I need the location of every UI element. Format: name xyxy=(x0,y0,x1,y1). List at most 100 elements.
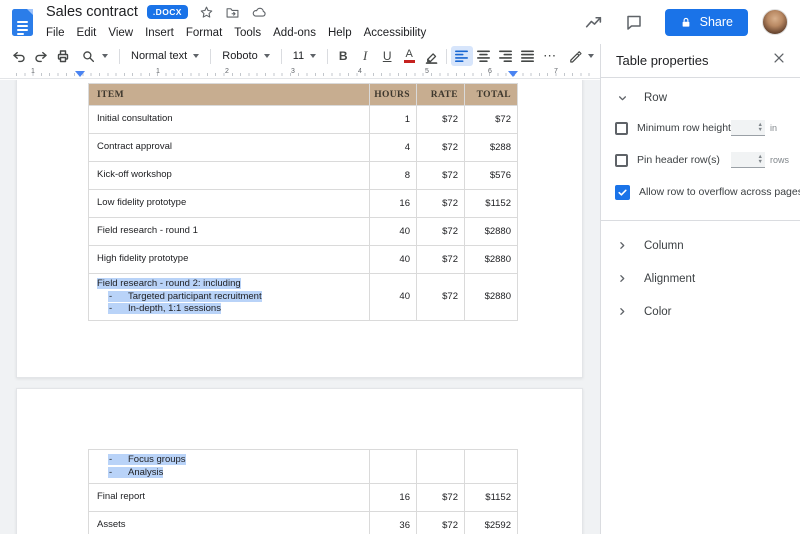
hours-cell[interactable]: 36 xyxy=(370,512,417,534)
item-cell[interactable]: Field research - round 1 xyxy=(89,218,370,246)
item-cell[interactable]: Initial consultation xyxy=(89,106,370,134)
document-page-1[interactable]: ITEMHOURSRATETOTAL Initial consultation1… xyxy=(16,80,583,378)
contract-table-page1[interactable]: ITEMHOURSRATETOTAL Initial consultation1… xyxy=(88,83,518,321)
table-row[interactable]: Low fidelity prototype16$72$1152 xyxy=(89,190,518,218)
rate-cell[interactable]: $72 xyxy=(417,162,465,190)
menu-edit[interactable]: Edit xyxy=(71,27,103,39)
item-cell[interactable]: -Focus groups-Analysis xyxy=(89,450,370,484)
table-header-cell[interactable]: HOURS xyxy=(370,84,417,106)
menu-accessibility[interactable]: Accessibility xyxy=(358,27,433,39)
stepper-arrows[interactable]: ▲▼ xyxy=(758,155,763,164)
print-button[interactable] xyxy=(52,46,74,66)
table-row[interactable]: -Focus groups-Analysis xyxy=(89,450,518,484)
minimum-row-height-input[interactable]: ▲▼ xyxy=(731,120,765,136)
item-cell[interactable]: Assets xyxy=(89,512,370,534)
rate-cell[interactable]: $72 xyxy=(417,274,465,321)
total-cell[interactable]: $2880 xyxy=(465,218,518,246)
left-indent-marker[interactable] xyxy=(75,71,85,77)
total-cell[interactable]: $1152 xyxy=(465,484,518,512)
menu-addons[interactable]: Add-ons xyxy=(267,27,322,39)
total-cell[interactable]: $2592 xyxy=(465,512,518,534)
hours-cell[interactable]: 16 xyxy=(370,484,417,512)
hours-cell[interactable]: 40 xyxy=(370,274,417,321)
rate-cell[interactable]: $72 xyxy=(417,134,465,162)
share-button[interactable]: Share xyxy=(665,9,748,36)
hours-cell[interactable]: 4 xyxy=(370,134,417,162)
document-page-2[interactable]: -Focus groups-AnalysisFinal report16$72$… xyxy=(16,388,583,534)
cloud-saved-icon[interactable] xyxy=(251,5,267,20)
align-right-button[interactable] xyxy=(495,46,517,66)
menu-tools[interactable]: Tools xyxy=(228,27,267,39)
justify-button[interactable] xyxy=(517,46,539,66)
item-cell[interactable]: Contract approval xyxy=(89,134,370,162)
item-cell[interactable]: Kick-off workshop xyxy=(89,162,370,190)
redo-button[interactable] xyxy=(30,46,52,66)
rate-cell[interactable]: $72 xyxy=(417,484,465,512)
item-cell[interactable]: Field research - round 2: including-Targ… xyxy=(89,274,370,321)
close-panel-button[interactable] xyxy=(772,51,786,70)
table-header-cell[interactable]: ITEM xyxy=(89,84,370,106)
table-header-row[interactable]: ITEMHOURSRATETOTAL xyxy=(89,84,518,106)
table-row[interactable]: Field research - round 2: including-Targ… xyxy=(89,274,518,321)
google-docs-logo[interactable] xyxy=(12,9,33,36)
column-section-toggle[interactable]: Column xyxy=(601,229,800,262)
minimum-row-height-checkbox[interactable] xyxy=(615,122,628,135)
underline-button[interactable]: U xyxy=(376,46,398,66)
rate-cell[interactable]: $72 xyxy=(417,246,465,274)
document-canvas[interactable]: ITEMHOURSRATETOTAL Initial consultation1… xyxy=(0,80,600,534)
user-avatar[interactable] xyxy=(762,9,788,35)
hours-cell[interactable]: 40 xyxy=(370,218,417,246)
font-size-selector[interactable]: 11 xyxy=(286,46,323,66)
hours-cell[interactable]: 8 xyxy=(370,162,417,190)
item-cell[interactable]: Low fidelity prototype xyxy=(89,190,370,218)
table-row[interactable]: Initial consultation1$72$72 xyxy=(89,106,518,134)
rate-cell[interactable]: $72 xyxy=(417,190,465,218)
pin-header-rows-checkbox[interactable] xyxy=(615,154,628,167)
menu-insert[interactable]: Insert xyxy=(139,27,180,39)
bold-button[interactable]: B xyxy=(332,46,354,66)
rate-cell[interactable]: $72 xyxy=(417,106,465,134)
hours-cell[interactable]: 1 xyxy=(370,106,417,134)
document-title[interactable]: Sales contract xyxy=(46,4,138,20)
table-row[interactable]: Final report16$72$1152 xyxy=(89,484,518,512)
table-row[interactable]: Kick-off workshop8$72$576 xyxy=(89,162,518,190)
menu-help[interactable]: Help xyxy=(322,27,358,39)
table-header-cell[interactable]: RATE xyxy=(417,84,465,106)
menu-file[interactable]: File xyxy=(46,27,71,39)
styles-selector[interactable]: Normal text xyxy=(124,46,206,66)
total-cell[interactable] xyxy=(465,450,518,484)
comment-icon[interactable] xyxy=(625,13,643,31)
total-cell[interactable]: $72 xyxy=(465,106,518,134)
italic-button[interactable]: I xyxy=(354,46,376,66)
rate-cell[interactable] xyxy=(417,450,465,484)
total-cell[interactable]: $1152 xyxy=(465,190,518,218)
color-section-toggle[interactable]: Color xyxy=(601,295,800,328)
activity-dashboard-icon[interactable] xyxy=(584,13,603,32)
item-cell[interactable]: Final report xyxy=(89,484,370,512)
table-header-cell[interactable]: TOTAL xyxy=(465,84,518,106)
font-selector[interactable]: Roboto xyxy=(215,46,276,66)
total-cell[interactable]: $288 xyxy=(465,134,518,162)
text-color-button[interactable]: A xyxy=(398,46,420,66)
table-row[interactable]: Field research - round 140$72$2880 xyxy=(89,218,518,246)
highlight-color-button[interactable] xyxy=(420,46,442,66)
hours-cell[interactable]: 16 xyxy=(370,190,417,218)
hours-cell[interactable] xyxy=(370,450,417,484)
table-row[interactable]: High fidelity prototype40$72$2880 xyxy=(89,246,518,274)
star-icon[interactable] xyxy=(199,5,214,20)
rate-cell[interactable]: $72 xyxy=(417,218,465,246)
menu-format[interactable]: Format xyxy=(180,27,228,39)
right-indent-marker[interactable] xyxy=(508,71,518,77)
total-cell[interactable]: $2880 xyxy=(465,246,518,274)
allow-overflow-checkbox[interactable] xyxy=(615,185,630,200)
undo-button[interactable] xyxy=(8,46,30,66)
total-cell[interactable]: $2880 xyxy=(465,274,518,321)
row-section-toggle[interactable]: Row xyxy=(601,84,800,112)
alignment-section-toggle[interactable]: Alignment xyxy=(601,262,800,295)
total-cell[interactable]: $576 xyxy=(465,162,518,190)
move-folder-icon[interactable] xyxy=(225,5,240,20)
table-row[interactable]: Contract approval4$72$288 xyxy=(89,134,518,162)
stepper-arrows[interactable]: ▲▼ xyxy=(758,123,763,132)
align-center-button[interactable] xyxy=(473,46,495,66)
more-toolbar-options-button[interactable]: ⋯ xyxy=(539,46,561,66)
